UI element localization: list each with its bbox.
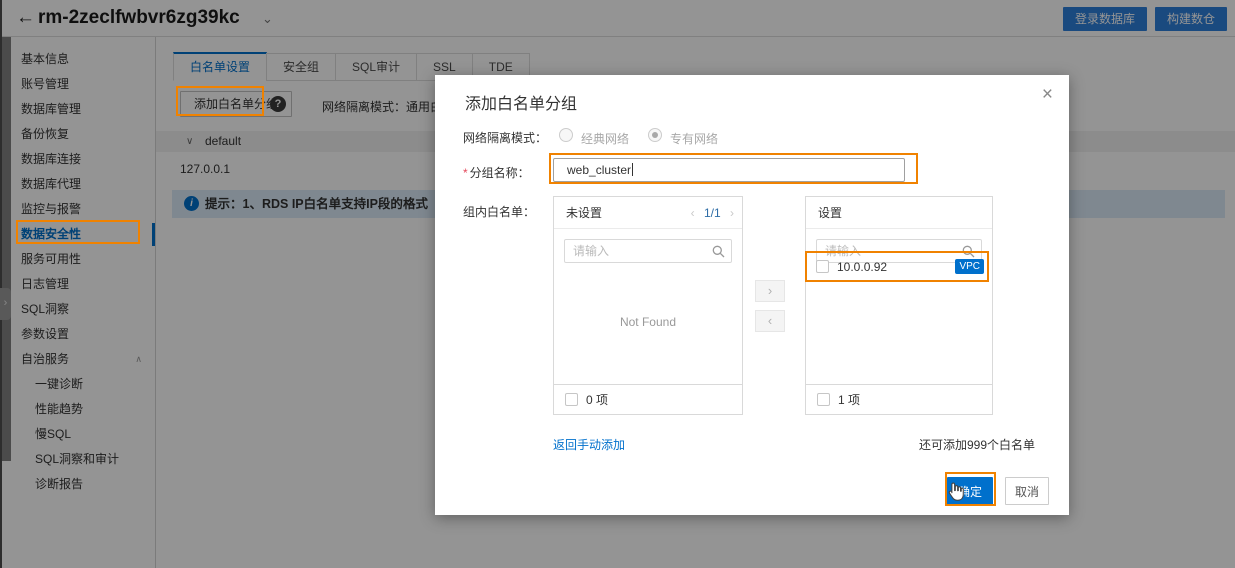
radio-classic-network: [559, 128, 573, 142]
network-mode-label: 网络隔离模式：: [463, 131, 548, 145]
back-to-manual-add-link[interactable]: 返回手动添加: [553, 436, 625, 453]
cancel-button[interactable]: 取消: [1005, 477, 1049, 505]
item-checkbox[interactable]: [816, 260, 829, 274]
group-whitelist-label: 组内白名单：: [463, 205, 536, 219]
empty-state-text: Not Found: [619, 315, 677, 329]
group-name-label: * 分组名称：: [463, 166, 530, 180]
required-mark: *: [463, 166, 468, 180]
page-indicator: 1/1: [703, 206, 721, 220]
radio-vpc-network: [648, 128, 662, 142]
radio-classic-label: 经典网络: [581, 132, 630, 146]
add-whitelist-group-dialog: 添加白名单分组 × 网络隔离模式： 经典网络 专有网络 * 分组名称： web_c…: [435, 75, 1069, 515]
radio-vpc-label: 专有网络: [670, 132, 719, 146]
panel-title: 未设置: [566, 206, 603, 220]
transfer-panel-set: 设置 10.0.0.92 VPC 1 项: [805, 196, 993, 415]
whitelist-ip-item[interactable]: 10.0.0.92 VPC: [806, 253, 992, 281]
item-count: 1 项: [838, 393, 861, 407]
vpc-badge: VPC: [955, 259, 984, 274]
search-icon: [712, 245, 725, 261]
move-right-button[interactable]: ›: [755, 280, 785, 302]
transfer-panel-unset: 未设置 ‹ 1/1 › Not Found 0 项: [553, 196, 743, 415]
page-prev-icon[interactable]: ‹: [691, 206, 695, 220]
quota-remaining-text: 还可添加999个白名单: [918, 438, 1035, 452]
text-cursor: [632, 163, 634, 176]
search-input[interactable]: [565, 240, 731, 262]
dialog-title: 添加白名单分组: [465, 96, 578, 113]
ok-button[interactable]: 确定: [947, 477, 993, 505]
pagination: ‹ 1/1 ›: [691, 197, 734, 229]
select-all-checkbox[interactable]: [565, 393, 578, 407]
select-all-checkbox[interactable]: [817, 393, 830, 407]
page-next-icon[interactable]: ›: [730, 206, 734, 220]
panel-title: 设置: [818, 206, 843, 220]
item-ip: 10.0.0.92: [837, 260, 888, 274]
item-count: 0 项: [586, 393, 609, 407]
group-name-input[interactable]: web_cluster: [553, 158, 905, 182]
move-left-button[interactable]: ‹: [755, 310, 785, 332]
close-icon[interactable]: ×: [1042, 85, 1053, 105]
